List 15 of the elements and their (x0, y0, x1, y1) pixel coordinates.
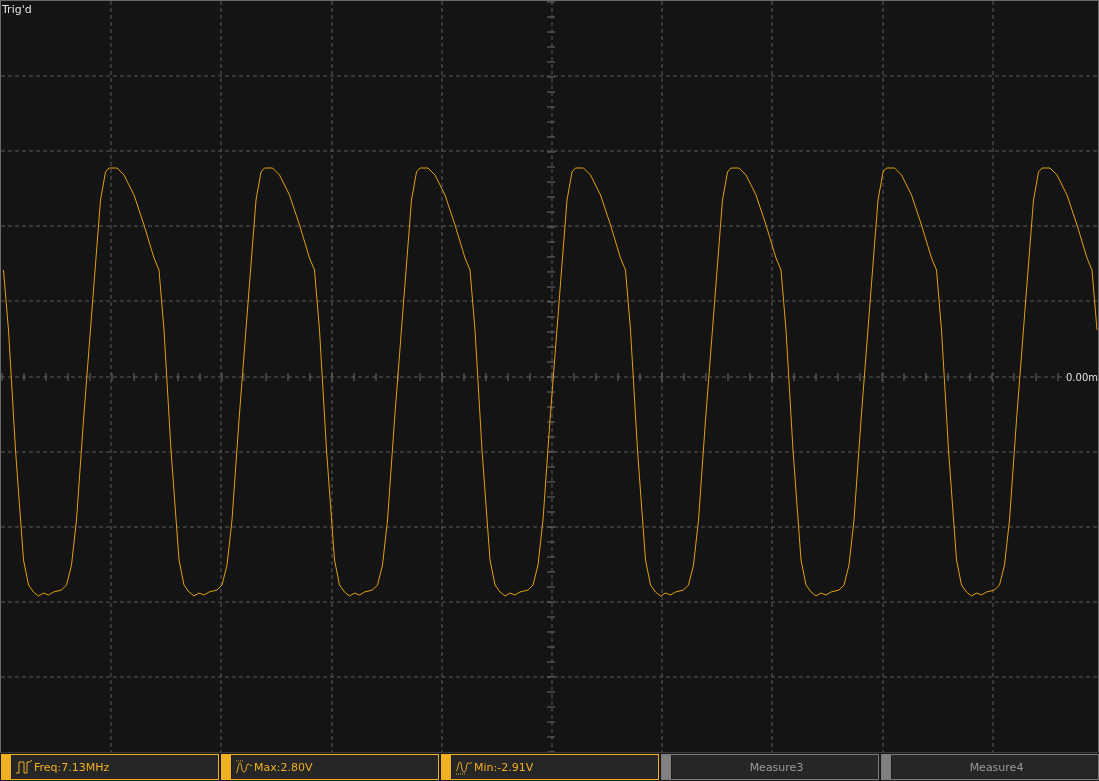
measure-label: Max:2.80V (254, 760, 313, 774)
trough-wave-icon (455, 759, 473, 775)
offset-label: 0.00m (1066, 372, 1098, 383)
measure-slot[interactable]: Measure3 (661, 754, 879, 780)
trigger-status: Trig'd (2, 3, 32, 16)
measure-label: Measure4 (969, 760, 1024, 774)
measure-slot[interactable]: Freq:7.13MHz (1, 754, 219, 780)
measure-slot[interactable]: Min:-2.91V (441, 754, 659, 780)
measure-slot[interactable]: Measure4 (881, 754, 1099, 780)
measure-label: Min:-2.91V (474, 760, 534, 774)
peak-wave-icon (235, 759, 253, 775)
measure-label: Freq:7.13MHz (34, 760, 110, 774)
square-wave-icon (15, 759, 33, 775)
measure-slot[interactable]: Max:2.80V (221, 754, 439, 780)
measure-label: Measure3 (749, 760, 804, 774)
